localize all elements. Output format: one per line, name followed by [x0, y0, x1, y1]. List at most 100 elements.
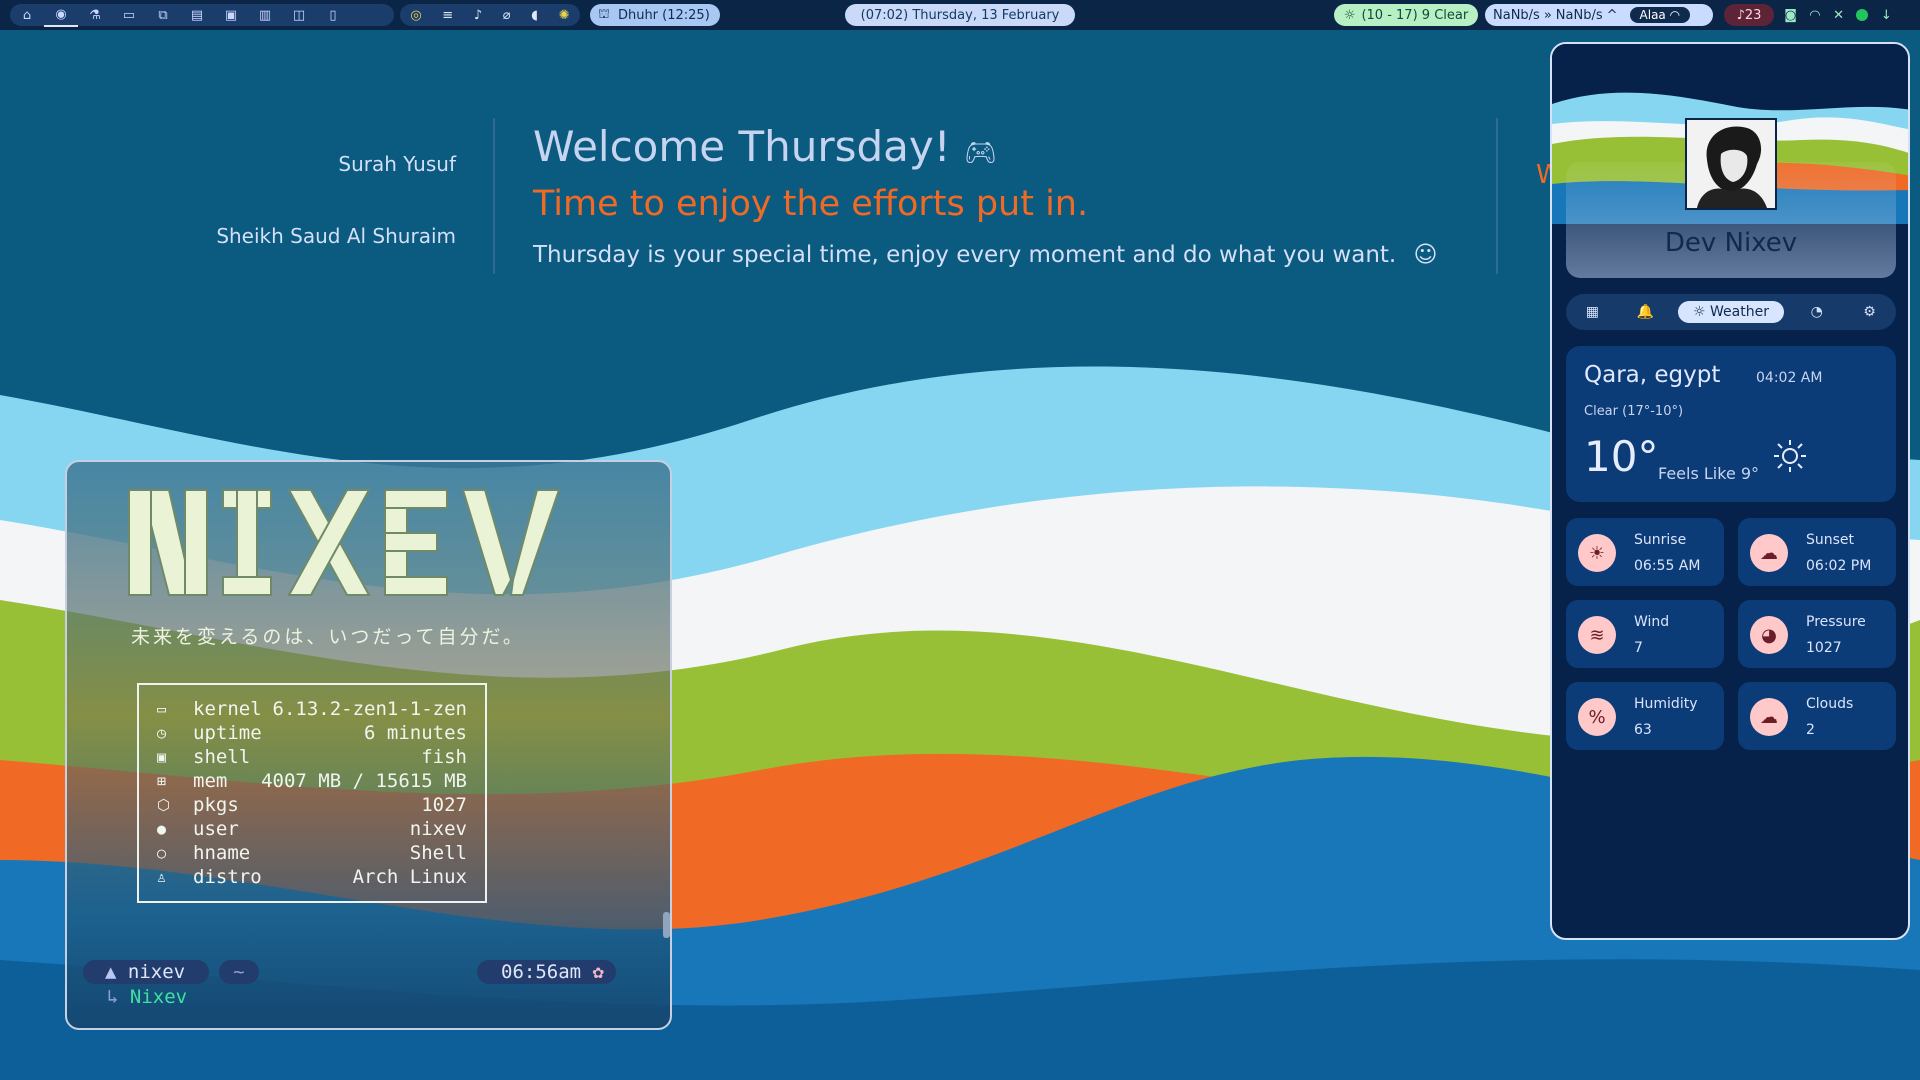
stat-card-clouds: ☁ Clouds 2 [1738, 682, 1896, 750]
stat-card-humidity: % Humidity 63 [1566, 682, 1724, 750]
prompt-input-text: Nixev [129, 986, 188, 1008]
weather-time: 04:02 AM [1756, 370, 1823, 386]
top-bar: ⌂ ◉ ⚗ ▭ ⧉ ▤ ▣ ▥ ◫ ▯ ◎ ≡ ♪ ⌀ ◖ ✺ ⛫ Dhuhr … [0, 0, 1920, 30]
fetch-row-user: ● user nixev [157, 817, 467, 841]
clock-icon: ◷ [157, 724, 167, 742]
bell-icon: 🔔 [1636, 304, 1654, 320]
stat-label: Clouds [1806, 696, 1854, 712]
network-pill[interactable]: NaNb/s » NaNb/s ^ Alaa ◠ [1485, 4, 1713, 26]
home-icon[interactable]: ⌂ [10, 4, 44, 26]
flask-icon[interactable]: ⚗ [78, 4, 112, 26]
divider-left [493, 118, 495, 274]
welcome-body-text: Thursday is your special time, enjoy eve… [533, 242, 1397, 268]
weather-feels: Feels Like 9° [1658, 464, 1760, 483]
welcome-body: Thursday is your special time, enjoy eve… [533, 242, 1438, 268]
stat-value: 2 [1806, 722, 1815, 738]
discord-icon[interactable]: ◙ [1784, 8, 1797, 23]
tab-pie[interactable]: ◔ [1797, 304, 1837, 320]
clock-label: (07:02) Thursday, 13 February [860, 7, 1060, 23]
reciter-name: Sheikh Saud Al Shuraim [216, 224, 456, 248]
prompt-line: ▲ nixev ~ [83, 960, 259, 984]
stat-label: Sunset [1806, 532, 1855, 548]
wifi-name[interactable]: Alaa ◠ [1629, 7, 1691, 23]
sunset-icon: ☁ [1750, 534, 1788, 572]
fetch-key: uptime [193, 722, 262, 744]
notifications[interactable]: ♪ 23 [1724, 4, 1774, 26]
weather-pill[interactable]: ☼ (10 - 17) 9 Clear [1334, 4, 1478, 26]
stat-value: 06:55 AM [1634, 558, 1701, 574]
stat-label: Sunrise [1634, 532, 1687, 548]
fetch-key: user [193, 818, 239, 840]
stat-label: Wind [1634, 614, 1670, 630]
nixev-logo [128, 489, 561, 596]
host-icon: ○ [157, 844, 167, 862]
bluetooth-icon[interactable]: ✕ [1833, 8, 1844, 23]
weather-temp: 10° [1584, 432, 1659, 481]
chat-icon[interactable]: ▤ [180, 4, 214, 26]
tab-sun[interactable]: ☼ Weather [1677, 301, 1784, 323]
prayer-label: Dhuhr (12:25) [617, 7, 710, 23]
bell-icon: ♪ [1736, 7, 1745, 23]
panel-tabs: ▦ 🔔 ☼ Weather ◔ ⚙ [1566, 294, 1896, 330]
mic-icon[interactable]: ⌀ [503, 8, 511, 23]
humidity-icon: % [1578, 698, 1616, 736]
prompt-dir: ~ [219, 960, 259, 984]
fetch-row-uptime: ◷ uptime 6 minutes [157, 721, 467, 745]
fetch-key: kernel [193, 698, 262, 720]
wifi-tray-icon[interactable]: ◠ [1809, 8, 1820, 23]
package-icon: ⬡ [157, 796, 171, 814]
sun-icon [1774, 440, 1806, 472]
tab-bell[interactable]: 🔔 [1625, 304, 1665, 320]
mosque-icon: ⛫ [598, 6, 610, 22]
fetch-row-mem: ⊞ mem 4007 MB / 15615 MB [157, 769, 467, 793]
net-up: NaNb/s [1555, 7, 1603, 23]
record-icon[interactable]: ◎ [410, 8, 421, 23]
fetch-value: 6.13.2-zen1-1-zen [272, 698, 467, 720]
gamepad-icon: 🎮︎ [963, 138, 997, 168]
terminal-window[interactable]: 未来を変えるのは、いつだって自分だ。 ▭ kernel 6.13.2-zen1-1-… [65, 460, 672, 1030]
prayer-time[interactable]: ⛫ Dhuhr (12:25) [590, 4, 720, 26]
wifi-name-label: Alaa [1639, 8, 1666, 22]
surah-name: Surah Yusuf [338, 152, 456, 176]
workspace-bar: ⌂ ◉ ⚗ ▭ ⧉ ▤ ▣ ▥ ◫ ▯ [10, 3, 394, 27]
stat-card-wind: ≋ Wind 7 [1566, 600, 1724, 668]
sunrise-icon: ☀ [1578, 534, 1616, 572]
fetch-value: 4007 MB / 15615 MB [261, 770, 467, 792]
terminal-icon[interactable]: ▥ [248, 4, 282, 26]
prompt-time: 06:56am ✿ [477, 960, 616, 984]
volume-icon[interactable]: ◖ [531, 8, 538, 23]
folder-icon[interactable]: ▭ [112, 4, 146, 26]
sun-icon: ☼ [1693, 304, 1706, 320]
brightness-icon[interactable]: ✺ [559, 8, 570, 23]
return-arrow-icon: ↳ [107, 986, 119, 1008]
stat-label: Humidity [1634, 696, 1698, 712]
tab-label: Weather [1710, 304, 1769, 320]
prompt-input-line[interactable]: ↳ Nixev [107, 986, 187, 1008]
music-icon[interactable]: ♪ [474, 8, 482, 23]
prompt-user-label: nixev [127, 961, 186, 983]
doc-icon[interactable]: ◫ [282, 4, 316, 26]
network-icon: ⚙ [1863, 304, 1876, 320]
side-panel: Dev Nixev ▦ 🔔 ☼ Weather ◔ ⚙ Qara, egypt 04:0… [1550, 42, 1910, 940]
tab-network[interactable]: ⚙ [1850, 304, 1890, 320]
tab-grid[interactable]: ▦ [1572, 304, 1612, 320]
arch-icon[interactable]: ◉ [44, 3, 78, 27]
fetch-value: Arch Linux [352, 866, 467, 888]
fetch-key: hname [193, 842, 251, 864]
status-dot-icon[interactable] [1856, 9, 1869, 21]
fetch-row-distro: ♙ distro Arch Linux [157, 865, 467, 889]
list-icon[interactable]: ≡ [442, 8, 453, 23]
stat-card-sunrise: ☀ Sunrise 06:55 AM [1566, 518, 1724, 586]
chip-icon: ⊞ [157, 772, 167, 790]
pen-icon[interactable]: ▯ [316, 4, 350, 26]
notification-count: 23 [1744, 7, 1762, 23]
files-icon[interactable]: ⧉ [146, 4, 180, 26]
scrollbar[interactable] [663, 912, 670, 938]
app-icon[interactable]: ▣ [214, 4, 248, 26]
avatar[interactable] [1685, 118, 1777, 210]
stat-value: 7 [1634, 640, 1643, 656]
wifi-icon: ◠ [1669, 8, 1681, 22]
clock[interactable]: (07:02) Thursday, 13 February [845, 4, 1075, 26]
arrow-up-icon: ^ [1606, 7, 1618, 23]
download-icon[interactable]: ↓ [1881, 8, 1892, 23]
